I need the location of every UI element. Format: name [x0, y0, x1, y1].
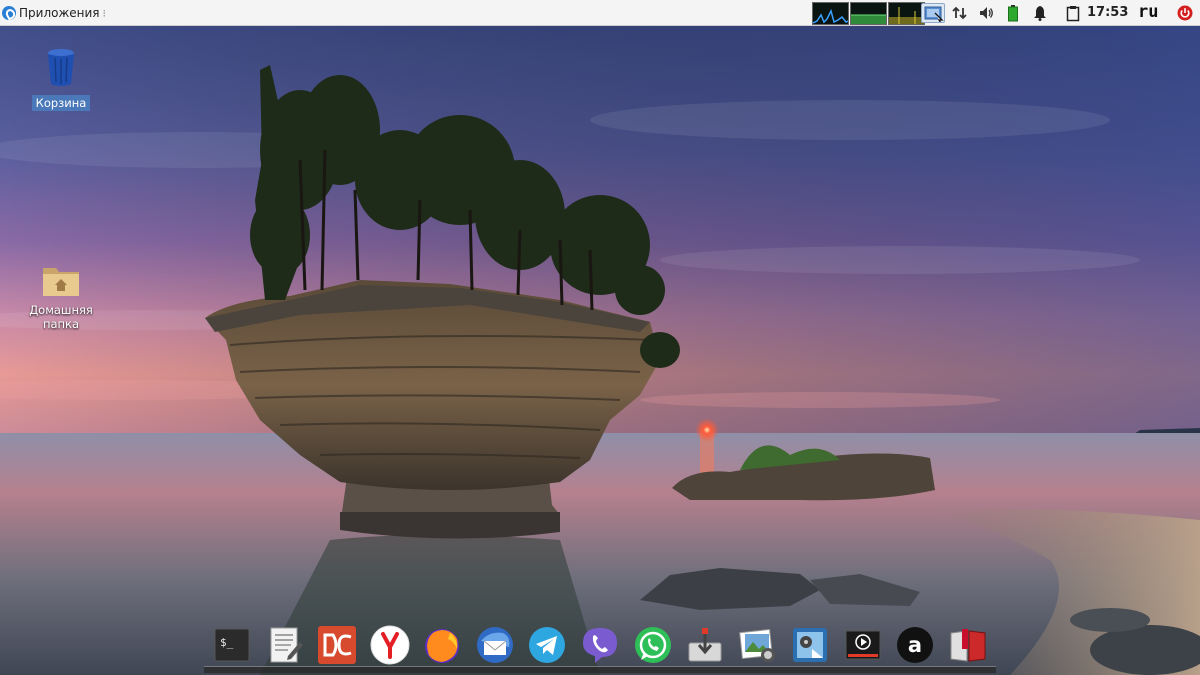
dock-firefox[interactable] [420, 623, 464, 667]
dock-viber[interactable] [578, 623, 622, 667]
terminal-icon: $_ [214, 628, 250, 662]
dock: $_ a [204, 620, 996, 670]
xfce-logo-icon [2, 6, 16, 20]
network-graph [888, 2, 925, 25]
mail-client-icon [476, 627, 513, 663]
trash-icon [48, 49, 74, 86]
text-editor-icon [270, 627, 303, 663]
desktop-icon-label: Корзина [31, 95, 91, 111]
notifications-icon[interactable] [1032, 0, 1048, 26]
home-folder-icon [43, 268, 79, 296]
book-reader-icon [950, 629, 986, 662]
dock-image-viewer[interactable] [736, 623, 780, 667]
dock-aimp[interactable]: a [893, 623, 937, 667]
firefox-icon [425, 629, 460, 663]
system-monitor-graphs[interactable] [812, 2, 925, 25]
screenshot-icon [924, 6, 944, 24]
doublecmd-icon [318, 626, 357, 664]
desktop-icon-home-folder[interactable]: Домашняя папка [21, 264, 101, 332]
dock-doublecmd[interactable] [315, 623, 359, 667]
aimp-icon: a [897, 627, 934, 663]
svg-text:a: a [908, 633, 922, 657]
yandex-browser-icon [370, 625, 410, 665]
dock-telegram[interactable] [525, 623, 569, 667]
battery-icon[interactable] [1005, 0, 1021, 26]
desktop-icon-trash[interactable]: Корзина [21, 48, 101, 111]
network-icon[interactable] [951, 0, 969, 26]
clipboard-icon[interactable] [1065, 0, 1081, 26]
dock-whatsapp[interactable] [631, 623, 675, 667]
panel-grip-icon: ⁝ [102, 6, 106, 20]
dock-terminal[interactable]: $_ [210, 623, 254, 667]
power-icon[interactable] [1175, 0, 1195, 26]
memory-graph [850, 2, 887, 25]
media-player-icon [845, 630, 881, 660]
whatsapp-icon [634, 627, 671, 663]
applications-menu-button[interactable]: Приложения ⁝ [0, 0, 106, 26]
telegram-icon [529, 627, 566, 663]
viber-icon [582, 628, 617, 663]
desktop-icon-label: Домашняя папка [29, 303, 93, 331]
volume-icon[interactable] [977, 0, 995, 26]
dock-video-editor[interactable] [788, 623, 832, 667]
cpu-graph [812, 2, 849, 25]
dock-installer[interactable] [683, 623, 727, 667]
applications-menu-label: Приложения [19, 6, 100, 20]
dock-mail-client[interactable] [473, 623, 517, 667]
image-viewer-icon [738, 628, 775, 662]
screenshot-button[interactable] [921, 3, 945, 24]
dock-media-player[interactable] [841, 623, 885, 667]
clock[interactable]: 17:53 [1087, 0, 1128, 26]
dock-book-reader[interactable] [946, 623, 990, 667]
video-editor-icon [793, 628, 828, 662]
dock-yandex-browser[interactable] [368, 623, 412, 667]
keyboard-layout-indicator[interactable]: ru [1138, 0, 1158, 26]
svg-text:$_: $_ [220, 636, 234, 649]
dock-text-editor[interactable] [263, 623, 307, 667]
desktop-wallpaper [0, 0, 1200, 675]
installer-icon [688, 628, 722, 662]
top-panel: Приложения ⁝ 17:53 ru [0, 0, 1200, 26]
